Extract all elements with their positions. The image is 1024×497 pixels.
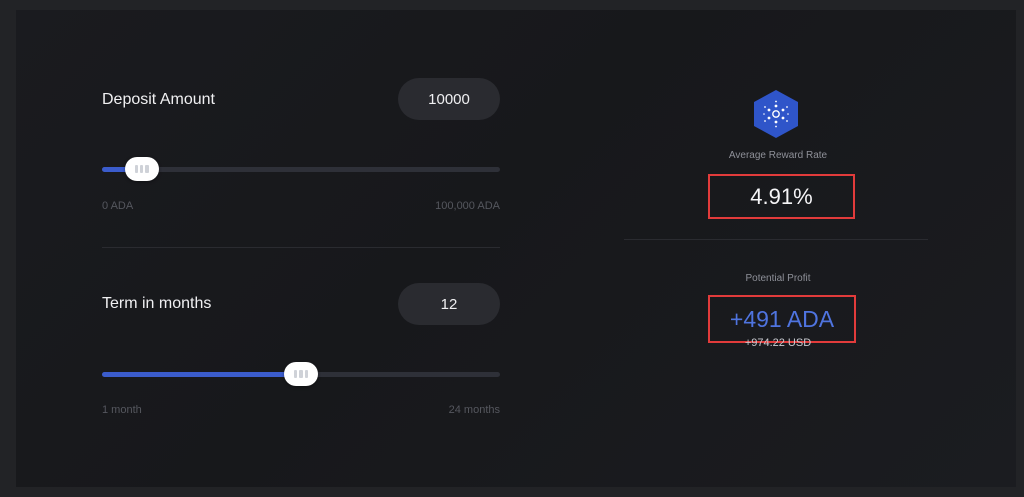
deposit-slider[interactable]: [102, 157, 500, 181]
deposit-min-label: 0 ADA: [102, 200, 134, 212]
term-slider-thumb[interactable]: [284, 362, 318, 386]
term-slider-fill: [102, 372, 301, 377]
section-divider: [102, 247, 500, 248]
rate-value: 4.91%: [708, 174, 855, 219]
term-slider[interactable]: [102, 362, 500, 386]
term-input[interactable]: 12: [398, 283, 500, 325]
term-label: Term in months: [102, 295, 212, 312]
grip-icon: [134, 165, 149, 173]
calculator-card: Deposit Amount 10000 0 ADA 100,000 ADA T…: [16, 10, 1016, 487]
profit-value: +491 ADA: [708, 295, 856, 343]
term-min-label: 1 month: [102, 404, 142, 416]
rate-caption: Average Reward Rate: [728, 150, 828, 161]
deposit-input[interactable]: 10000: [398, 78, 500, 120]
term-max-label: 24 months: [448, 404, 500, 416]
grip-icon: [294, 370, 308, 378]
deposit-max-label: 100,000 ADA: [435, 200, 500, 212]
profit-usd: +974.22 USD: [744, 337, 812, 349]
deposit-label: Deposit Amount: [102, 91, 215, 108]
results-divider: [624, 239, 928, 240]
cardano-hexagon-icon: [754, 90, 798, 138]
profit-caption: Potential Profit: [745, 273, 811, 284]
deposit-slider-thumb[interactable]: [124, 157, 159, 181]
